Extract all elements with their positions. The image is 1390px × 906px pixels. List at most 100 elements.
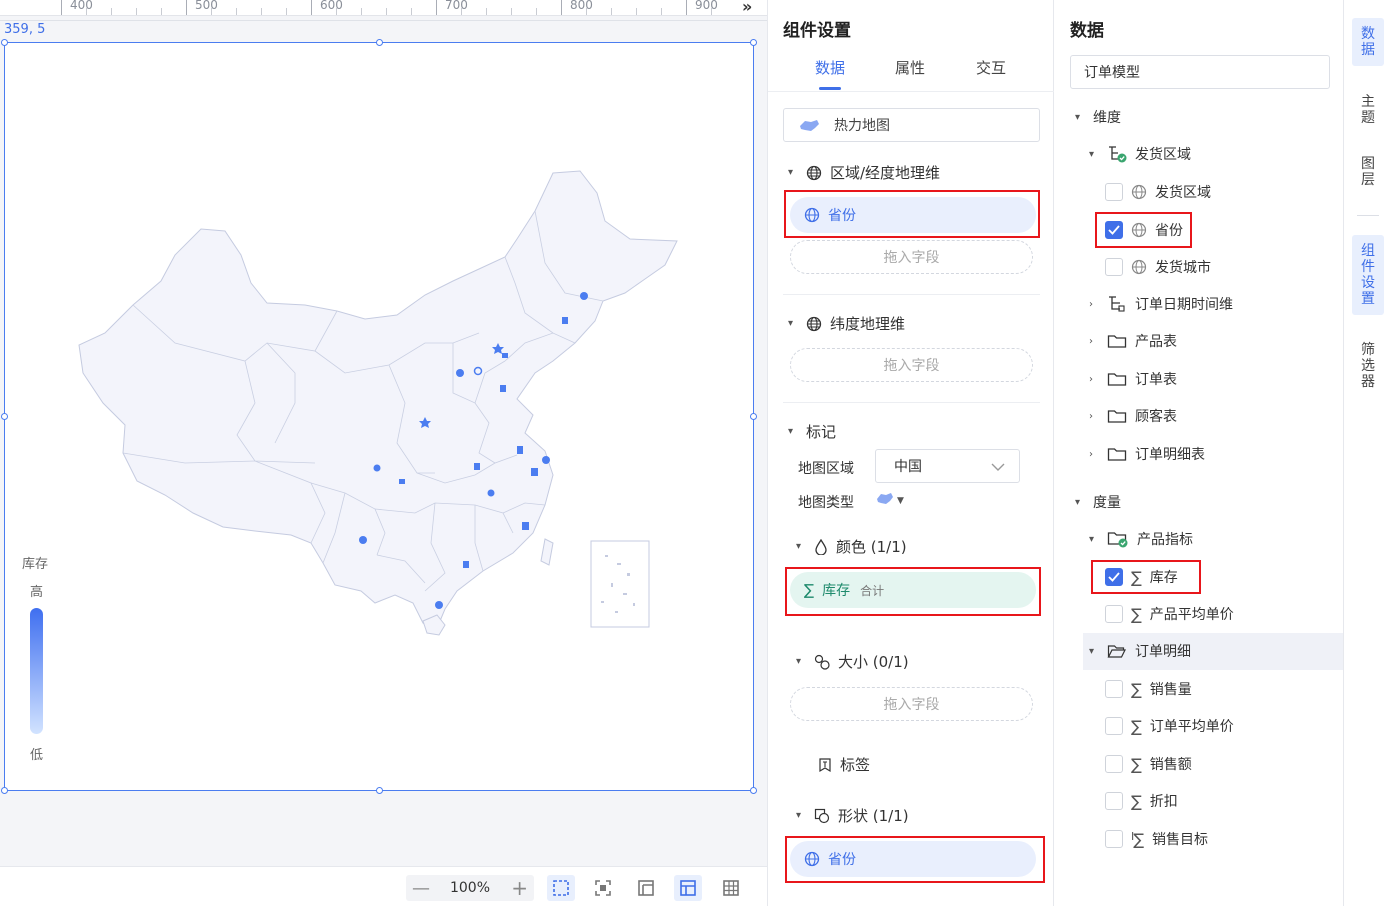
resize-handle[interactable] <box>750 787 757 794</box>
section-label: 形状 (1/1) <box>838 807 909 825</box>
shape-icon <box>814 808 830 824</box>
rail-tab-theme[interactable]: 主题 <box>1352 86 1384 134</box>
layout-icon[interactable] <box>632 875 660 901</box>
ruler-tick <box>661 8 662 15</box>
tab-interaction[interactable]: 交互 <box>976 57 1006 78</box>
drop-field-zone[interactable]: 拖入字段 <box>790 348 1033 382</box>
south-sea-islands <box>601 555 635 613</box>
resize-handle[interactable] <box>1 787 8 794</box>
ruler-tick <box>611 8 612 15</box>
hierarchy-icon <box>1107 295 1127 313</box>
tree-folder-product-metrics[interactable]: ▾ 产品指标 <box>1089 525 1193 553</box>
resize-handle[interactable] <box>376 39 383 46</box>
zoom-level[interactable]: 100% <box>450 880 490 896</box>
lat-geo-section[interactable]: ▾ 纬度地理维 <box>788 313 905 334</box>
resize-handle[interactable] <box>376 787 383 794</box>
section-divider <box>783 402 1040 403</box>
resize-handle[interactable] <box>750 39 757 46</box>
target-sigma-icon: I ∑ <box>1131 829 1145 849</box>
checkbox[interactable] <box>1105 755 1123 773</box>
map-marker <box>359 536 367 544</box>
tree-item[interactable]: ∑ 订单平均单价 <box>1105 712 1234 740</box>
rail-tab-component-settings[interactable]: 组件设置 <box>1352 235 1384 315</box>
data-model-select[interactable]: 订单模型 <box>1070 55 1330 89</box>
section-divider <box>783 294 1040 295</box>
highlight-box <box>785 567 1041 616</box>
dimensions-group[interactable]: ▾ 维度 <box>1075 103 1121 131</box>
measures-group[interactable]: ▾ 度量 <box>1075 488 1121 516</box>
shape-section[interactable]: ▾ 形状 (1/1) <box>796 805 909 826</box>
checkbox[interactable] <box>1105 717 1123 735</box>
map-region-label: 地图区域 <box>798 461 854 477</box>
ruler-tick <box>136 8 137 15</box>
active-tab-indicator <box>819 87 841 90</box>
tree-label: 发货区域 <box>1135 147 1191 163</box>
map-marker <box>522 522 529 530</box>
fit-screen-icon[interactable] <box>589 875 617 901</box>
resize-handle[interactable] <box>1 413 8 420</box>
checkbox[interactable] <box>1105 258 1123 276</box>
color-section[interactable]: ▾ 颜色 (1/1) <box>796 536 907 557</box>
map-marker <box>373 464 381 472</box>
checkbox[interactable] <box>1105 830 1123 848</box>
tree-folder[interactable]: › 订单表 <box>1089 365 1177 393</box>
tree-item[interactable]: ∑ 折扣 <box>1105 787 1178 815</box>
tree-item[interactable]: 发货城市 <box>1105 253 1211 281</box>
chevron-down-icon: ▾ <box>796 541 802 552</box>
zoom-out-icon[interactable]: — <box>412 878 430 899</box>
resize-handle[interactable] <box>1 39 8 46</box>
legend-gradient-bar[interactable] <box>30 608 43 734</box>
canvas-toolbar: — 100% + <box>0 866 767 906</box>
label-section[interactable]: 标签 <box>818 754 870 775</box>
tree-folder[interactable]: › 订单日期时间维 <box>1089 290 1233 318</box>
ruler-expand-icon[interactable]: » <box>742 0 752 15</box>
map-region-select[interactable]: 中国 <box>875 449 1020 483</box>
tab-data[interactable]: 数据 <box>815 57 845 78</box>
size-section[interactable]: ▾ 大小 (0/1) <box>796 651 909 672</box>
region-geo-section[interactable]: ▾ 区域/经度地理维 <box>788 162 940 183</box>
marks-section[interactable]: ▾ 标记 <box>788 421 836 442</box>
table-grid-icon[interactable] <box>717 875 745 901</box>
zoom-in-icon[interactable]: + <box>511 876 528 900</box>
tree-item[interactable]: ∑ 销售量 <box>1105 675 1192 703</box>
resize-handle[interactable] <box>750 413 757 420</box>
sigma-icon: ∑ <box>1131 716 1142 736</box>
select-area-icon[interactable] <box>547 875 575 901</box>
tree-item[interactable]: ∑ 产品平均单价 <box>1105 600 1234 628</box>
canvas-area: 400 500 600 700 800 900 » 359, 5 库存 高 低 … <box>0 0 767 906</box>
tree-label: 订单明细表 <box>1135 447 1205 463</box>
tree-label: 订单平均单价 <box>1149 719 1234 735</box>
rail-tab-filter[interactable]: 筛选器 <box>1352 334 1384 398</box>
rail-tab-data[interactable]: 数据 <box>1352 18 1384 66</box>
tree-item[interactable]: 发货区域 <box>1105 178 1211 206</box>
south-sea-island <box>611 583 613 587</box>
highlight-box <box>1095 212 1192 248</box>
checkbox[interactable] <box>1105 680 1123 698</box>
map-marker <box>435 601 443 609</box>
south-sea-island <box>617 563 621 565</box>
checkbox[interactable] <box>1105 605 1123 623</box>
drop-field-zone[interactable]: 拖入字段 <box>790 240 1033 274</box>
china-map-icon <box>875 492 895 510</box>
tree-item[interactable]: ∑ 销售额 <box>1105 750 1192 778</box>
tree-folder-ship-region[interactable]: ▾ 发货区域 <box>1089 140 1191 168</box>
rail-label: 数据 <box>1361 26 1375 58</box>
tab-properties[interactable]: 属性 <box>895 57 925 78</box>
grid-layout-icon[interactable] <box>674 875 702 901</box>
tree-item[interactable]: I ∑ 销售目标 <box>1105 825 1208 853</box>
map-type-select[interactable]: ▼ <box>875 492 904 510</box>
checkbox[interactable] <box>1105 183 1123 201</box>
tree-folder[interactable]: › 产品表 <box>1089 327 1177 355</box>
chevron-down-icon: ▾ <box>796 810 802 821</box>
drop-field-zone[interactable]: 拖入字段 <box>790 687 1033 721</box>
tree-folder[interactable]: › 订单明细表 <box>1089 440 1205 468</box>
tree-folder[interactable]: › 顾客表 <box>1089 402 1177 430</box>
rail-tab-layers[interactable]: 图层 <box>1352 148 1384 196</box>
chart-type-selector[interactable]: 热力地图 <box>783 108 1040 142</box>
chevron-down-icon: ▾ <box>788 318 794 329</box>
tree-folder-order-detail[interactable]: ▾ 订单明细 <box>1089 637 1191 665</box>
sigma-icon: ∑ <box>1131 679 1142 699</box>
rail-label: 主题 <box>1361 94 1375 126</box>
checkbox[interactable] <box>1105 792 1123 810</box>
map-widget[interactable] <box>1 39 757 794</box>
